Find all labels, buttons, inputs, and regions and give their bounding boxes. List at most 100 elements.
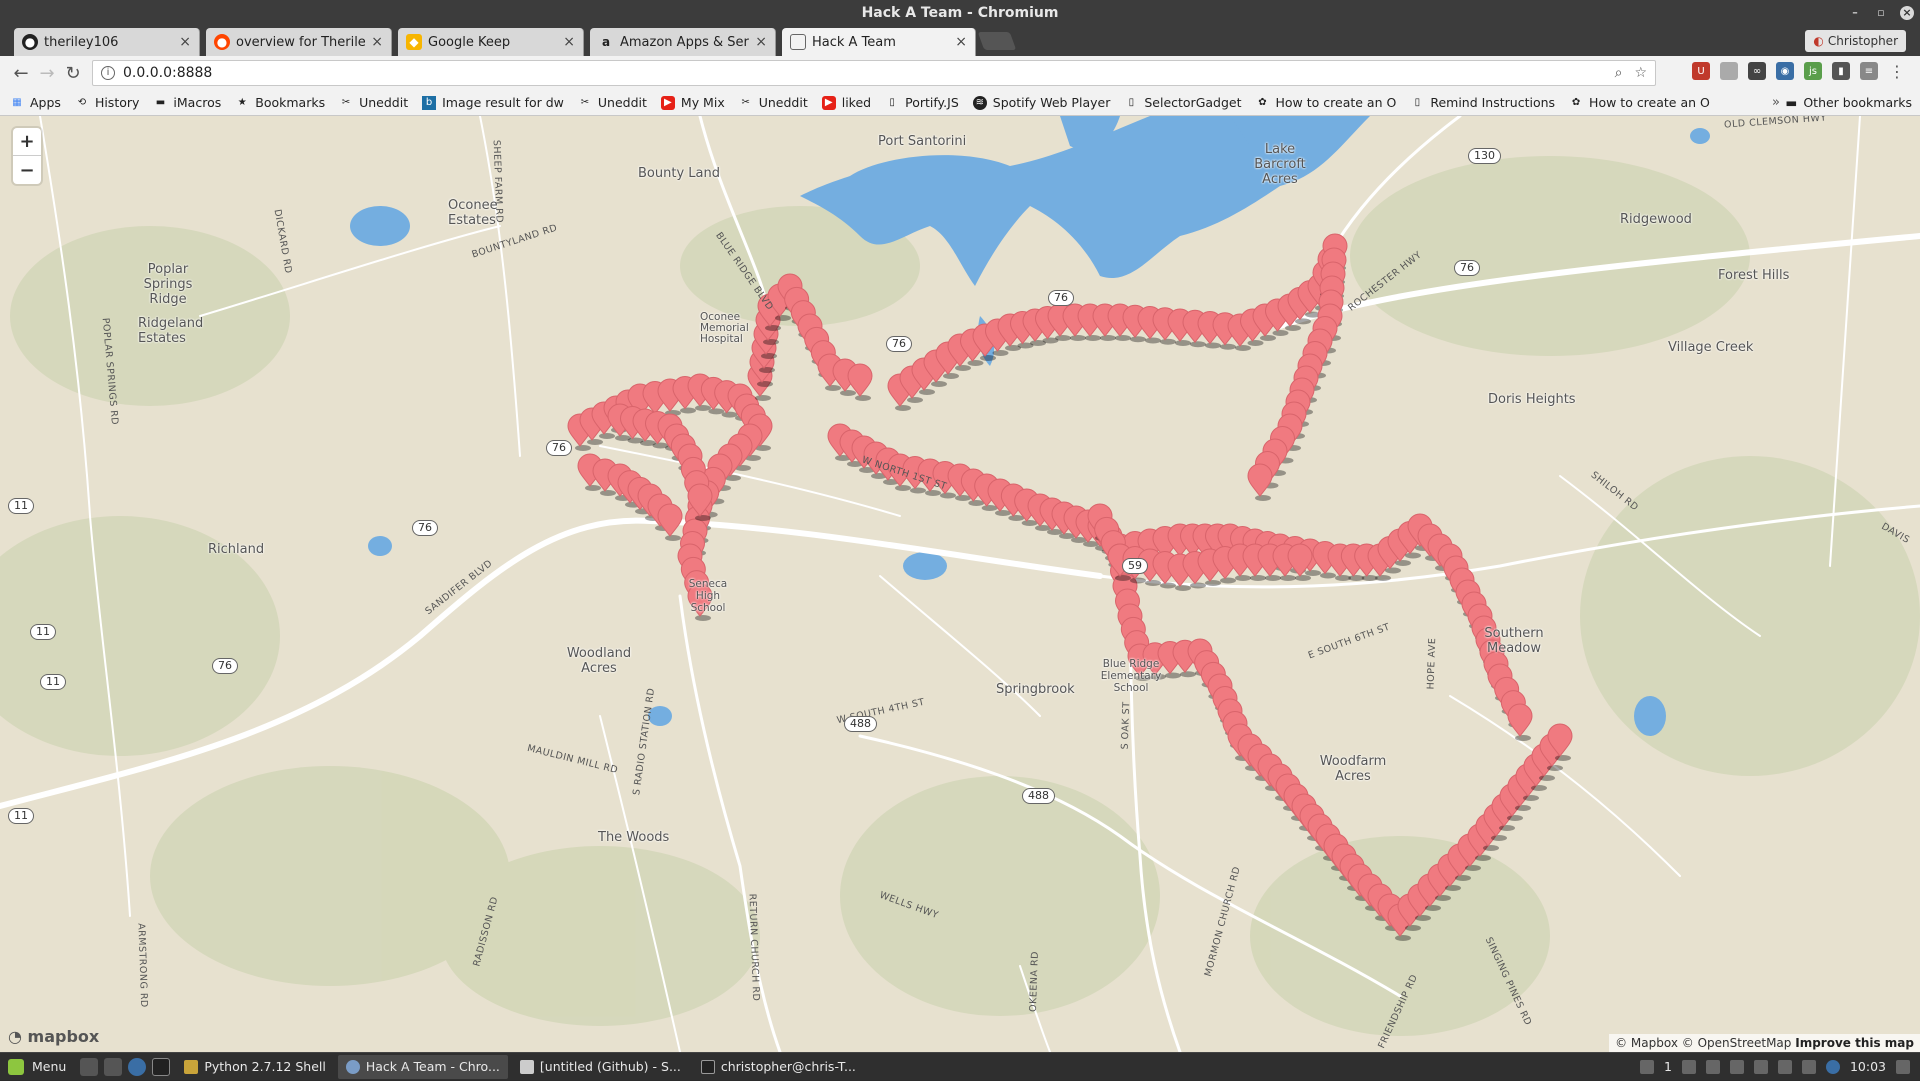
bookmark-item[interactable]: ▶ liked [821, 95, 872, 110]
route-shield: 11 [30, 624, 56, 640]
network-icon[interactable] [1729, 1059, 1744, 1074]
route-marker-shadow [1280, 575, 1296, 581]
route-marker-shadow [855, 395, 871, 401]
route-marker-pin[interactable] [1507, 703, 1533, 737]
files-icon[interactable] [104, 1057, 123, 1076]
bookmark-star-icon[interactable]: ☆ [1634, 65, 1647, 81]
back-icon[interactable]: ← [8, 60, 34, 86]
route-shield: 76 [212, 658, 238, 674]
clock-time[interactable]: 10:03 [1850, 1059, 1886, 1074]
route-marker-shadow [1435, 895, 1451, 901]
zoom-out-button[interactable]: − [13, 156, 41, 184]
route-marker-shadow [1285, 325, 1301, 331]
chromium-icon[interactable] [128, 1057, 147, 1076]
task-python-shell[interactable]: Python 2.7.12 Shell [176, 1055, 334, 1079]
bookmark-label: liked [841, 95, 872, 110]
bookmark-item[interactable]: ★ Bookmarks [235, 95, 325, 110]
place-label: Ridgeland Estates [138, 316, 204, 346]
route-marker-shadow [1160, 582, 1176, 589]
other-bookmarks-folder[interactable]: ▬ Other bookmarks [1786, 95, 1912, 110]
map-canvas[interactable]: + − Port Santorini Lake Barcroft Acres B… [0, 116, 1920, 1052]
shield-icon[interactable] [1801, 1059, 1816, 1074]
reload-icon[interactable]: ↻ [60, 60, 86, 86]
route-marker-shadow [1085, 335, 1101, 341]
bookmark-item[interactable]: ▦ Apps [10, 95, 61, 110]
panel-icon[interactable]: ▮ [1832, 62, 1850, 80]
ublock-icon[interactable]: U [1692, 62, 1710, 80]
close-tab-icon[interactable]: × [563, 34, 575, 50]
route-marker-shadow [575, 445, 591, 451]
youtube-icon: ▶ [821, 95, 836, 110]
menu-icon[interactable]: ⋮ [1888, 62, 1906, 81]
task-terminal[interactable]: christopher@chris-T... [693, 1055, 864, 1079]
task-chromium[interactable]: Hack A Team - Chro... [337, 1054, 508, 1079]
js-icon[interactable]: js [1804, 62, 1822, 80]
tab-github[interactable]: ● theriley106 × [14, 28, 200, 56]
address-bar[interactable]: i 0.0.0.0:8888 ⌕ ☆ [92, 60, 1656, 86]
battery-icon[interactable] [1777, 1059, 1792, 1074]
close-tab-icon[interactable]: × [955, 34, 967, 50]
bookmark-item[interactable]: ✂ Uneddit [339, 95, 408, 110]
info-icon[interactable]: i [101, 66, 115, 80]
bookmark-item[interactable]: ✿ How to create an O [1256, 95, 1396, 110]
chat-icon[interactable] [1640, 1059, 1655, 1074]
glasses-icon[interactable]: ∞ [1748, 62, 1766, 80]
place-label: Springbrook [996, 682, 1075, 697]
tab-amazon[interactable]: a Amazon Apps & Services × [590, 28, 776, 56]
close-tab-icon[interactable]: × [755, 34, 767, 50]
bookmark-item[interactable]: ✂ Uneddit [739, 95, 808, 110]
route-marker-pin[interactable] [1247, 463, 1273, 497]
octocat-icon: ✿ [1571, 97, 1581, 108]
place-label: Village Creek [1668, 340, 1754, 355]
bookmark-item[interactable]: ✂ Uneddit [578, 95, 647, 110]
bookmark-item[interactable]: ≋ Spotify Web Player [972, 95, 1110, 110]
bookmark-item[interactable]: ⟲ History [75, 95, 140, 110]
route-marker-shadow [1220, 577, 1236, 584]
maximize-icon[interactable]: ▫ [1874, 6, 1888, 20]
new-tab-button[interactable] [977, 32, 1017, 50]
task-sublime[interactable]: [untitled (Github) - S... [512, 1055, 689, 1079]
tool-icon[interactable]: ≡ [1860, 62, 1878, 80]
bookmark-item[interactable]: ▯ Portify.JS [885, 95, 958, 110]
start-menu-button[interactable]: Menu [0, 1053, 74, 1081]
bookmark-item[interactable]: b Image result for dw [422, 95, 564, 110]
clock-icon[interactable] [1825, 1059, 1840, 1074]
user-icon[interactable] [1681, 1059, 1696, 1074]
route-marker-shadow [1475, 855, 1491, 861]
keep-icon: ◆ [406, 34, 422, 50]
profile-button[interactable]: ◐ Christopher [1805, 30, 1906, 52]
improve-map-link[interactable]: Improve this map [1795, 1036, 1914, 1050]
bookmark-item[interactable]: ▯ SelectorGadget [1124, 95, 1242, 110]
mapbox-logo[interactable]: ◔ mapbox [8, 1027, 99, 1046]
zoom-icon[interactable]: ⌕ [1615, 65, 1623, 81]
route-marker-shadow [1021, 520, 1038, 526]
bookmark-item[interactable]: ▬ iMacros [153, 95, 222, 110]
forward-icon[interactable]: → [34, 60, 60, 86]
globe-icon[interactable]: ◉ [1776, 62, 1794, 80]
minimize-icon[interactable]: – [1848, 6, 1862, 20]
zoom-in-button[interactable]: + [13, 128, 41, 156]
tab-hack-a-team[interactable]: Hack A Team × [782, 28, 976, 56]
close-tab-icon[interactable]: × [179, 34, 191, 50]
show-desktop-icon[interactable] [1896, 1059, 1910, 1074]
terminal-icon[interactable] [152, 1057, 171, 1076]
close-window-icon[interactable]: × [1900, 6, 1914, 20]
volume-icon[interactable] [1753, 1059, 1768, 1074]
bookmark-item[interactable]: ▶ My Mix [660, 95, 725, 110]
route-marker-shadow [1445, 885, 1461, 891]
tab-reddit[interactable]: ● overview for Theriley106 × [206, 28, 392, 56]
python-icon [184, 1059, 199, 1074]
update-icon[interactable] [1705, 1059, 1720, 1074]
youtube-icon: ▶ [660, 95, 675, 110]
route-marker-pin[interactable] [657, 503, 683, 537]
close-tab-icon[interactable]: × [371, 34, 383, 50]
bookmarks-overflow-button[interactable]: » [1772, 95, 1780, 110]
bookmark-item[interactable]: ▯ Remind Instructions [1410, 95, 1555, 110]
octocat-icon: ✿ [1258, 97, 1267, 108]
route-marker-shadow [1491, 835, 1507, 841]
extension-icon[interactable] [1720, 62, 1738, 80]
attribution-text[interactable]: © Mapbox © OpenStreetMap [1615, 1036, 1791, 1050]
bookmark-item[interactable]: ✿ How to create an O [1569, 95, 1710, 110]
desktop-icon[interactable] [80, 1057, 99, 1076]
tab-google-keep[interactable]: ◆ Google Keep × [398, 28, 584, 56]
